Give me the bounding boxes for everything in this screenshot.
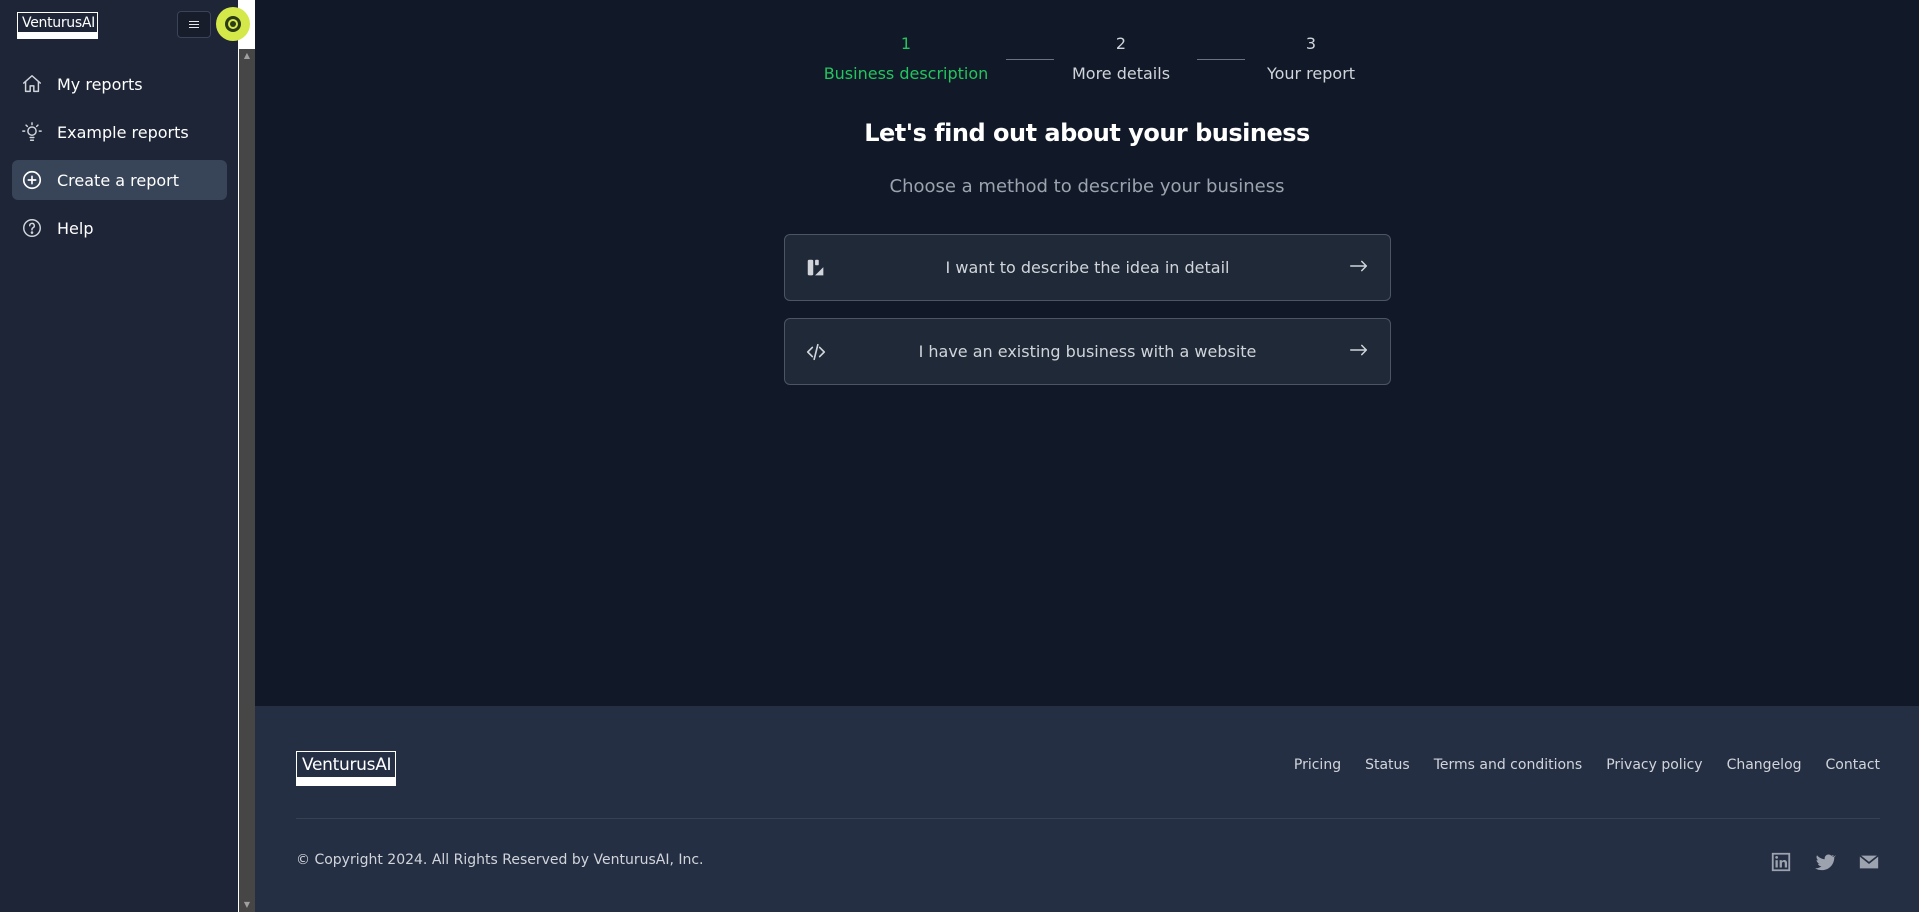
copyright-text: © Copyright 2024. All Rights Reserved by…	[296, 852, 704, 868]
edit-shapes-icon	[805, 257, 827, 279]
sidebar-scrollbar[interactable]: ▲ ▼	[239, 49, 255, 912]
sidebar-item-create-report[interactable]: Create a report	[12, 160, 227, 200]
sidebar-item-label: Example reports	[57, 122, 189, 142]
option-label: I want to describe the idea in detail	[945, 258, 1230, 277]
logo-text: VenturusAI	[302, 755, 392, 775]
sidebar: VenturusAI My reports Example reports Cr…	[0, 0, 250, 912]
step-your-report: 3 Your report	[1261, 32, 1361, 83]
step-label: Your report	[1266, 64, 1356, 83]
step-number: 1	[900, 34, 912, 53]
footer-link-privacy[interactable]: Privacy policy	[1606, 757, 1702, 773]
help-circle-icon	[21, 217, 43, 239]
linkedin-icon[interactable]	[1770, 851, 1792, 873]
mail-icon[interactable]	[1858, 851, 1880, 873]
footer-link-contact[interactable]: Contact	[1826, 757, 1880, 773]
step-connector	[1006, 59, 1054, 60]
describe-idea-option-button[interactable]: I want to describe the idea in detail	[784, 234, 1391, 301]
sidebar-item-help[interactable]: Help	[12, 208, 227, 248]
arrow-right-icon	[1348, 339, 1370, 361]
footer-link-pricing[interactable]: Pricing	[1294, 757, 1341, 773]
scroll-down-icon[interactable]: ▼	[239, 898, 255, 912]
step-label: More details	[1071, 64, 1171, 83]
sidebar-item-example-reports[interactable]: Example reports	[12, 112, 227, 152]
scroll-up-icon[interactable]: ▲	[239, 49, 255, 63]
arrow-right-icon	[1348, 255, 1370, 277]
user-avatar[interactable]	[216, 7, 250, 41]
step-label: Business description	[823, 64, 989, 83]
home-icon	[21, 73, 43, 95]
step-number: 2	[1115, 34, 1127, 53]
logo-underline	[18, 32, 97, 38]
logo-underline	[297, 777, 395, 785]
sidebar-item-label: Create a report	[57, 170, 180, 190]
twitter-icon[interactable]	[1814, 851, 1837, 873]
footer: VenturusAI Pricing Status Terms and cond…	[255, 706, 1919, 912]
hamburger-icon	[189, 23, 199, 26]
plus-circle-icon	[21, 169, 43, 191]
sidebar-logo[interactable]: VenturusAI	[17, 12, 98, 39]
social-links	[1770, 851, 1880, 873]
step-number: 3	[1305, 34, 1317, 53]
stepper: 1 Business description 2 More details 3 …	[255, 0, 1919, 100]
sidebar-nav: My reports Example reports Create a repo…	[12, 64, 227, 256]
footer-link-status[interactable]: Status	[1365, 757, 1410, 773]
step-business-description: 1 Business description	[822, 32, 990, 83]
existing-website-option-button[interactable]: I have an existing business with a websi…	[784, 318, 1391, 385]
step-more-details: 2 More details	[1066, 32, 1176, 83]
page-title: Let's find out about your business	[864, 119, 1310, 147]
sidebar-item-label: Help	[57, 218, 94, 238]
footer-divider	[296, 818, 1880, 819]
sidebar-item-my-reports[interactable]: My reports	[12, 64, 227, 104]
footer-links: Pricing Status Terms and conditions Priv…	[1294, 757, 1880, 773]
step-connector	[1197, 59, 1245, 60]
sidebar-item-label: My reports	[57, 74, 143, 94]
footer-link-terms[interactable]: Terms and conditions	[1434, 757, 1583, 773]
code-icon	[805, 341, 827, 363]
page-subtitle: Choose a method to describe your busines…	[889, 176, 1285, 197]
main-area: 1 Business description 2 More details 3 …	[255, 0, 1919, 912]
create-report-content: 1 Business description 2 More details 3 …	[255, 0, 1919, 705]
app-window: VenturusAI My reports Example reports Cr…	[0, 0, 1919, 912]
lightbulb-icon	[21, 121, 43, 143]
footer-logo[interactable]: VenturusAI	[296, 751, 396, 786]
option-label: I have an existing business with a websi…	[918, 342, 1257, 361]
menu-toggle-button[interactable]	[177, 11, 211, 38]
logo-text: VenturusAI	[22, 15, 95, 31]
footer-link-changelog[interactable]: Changelog	[1727, 757, 1802, 773]
